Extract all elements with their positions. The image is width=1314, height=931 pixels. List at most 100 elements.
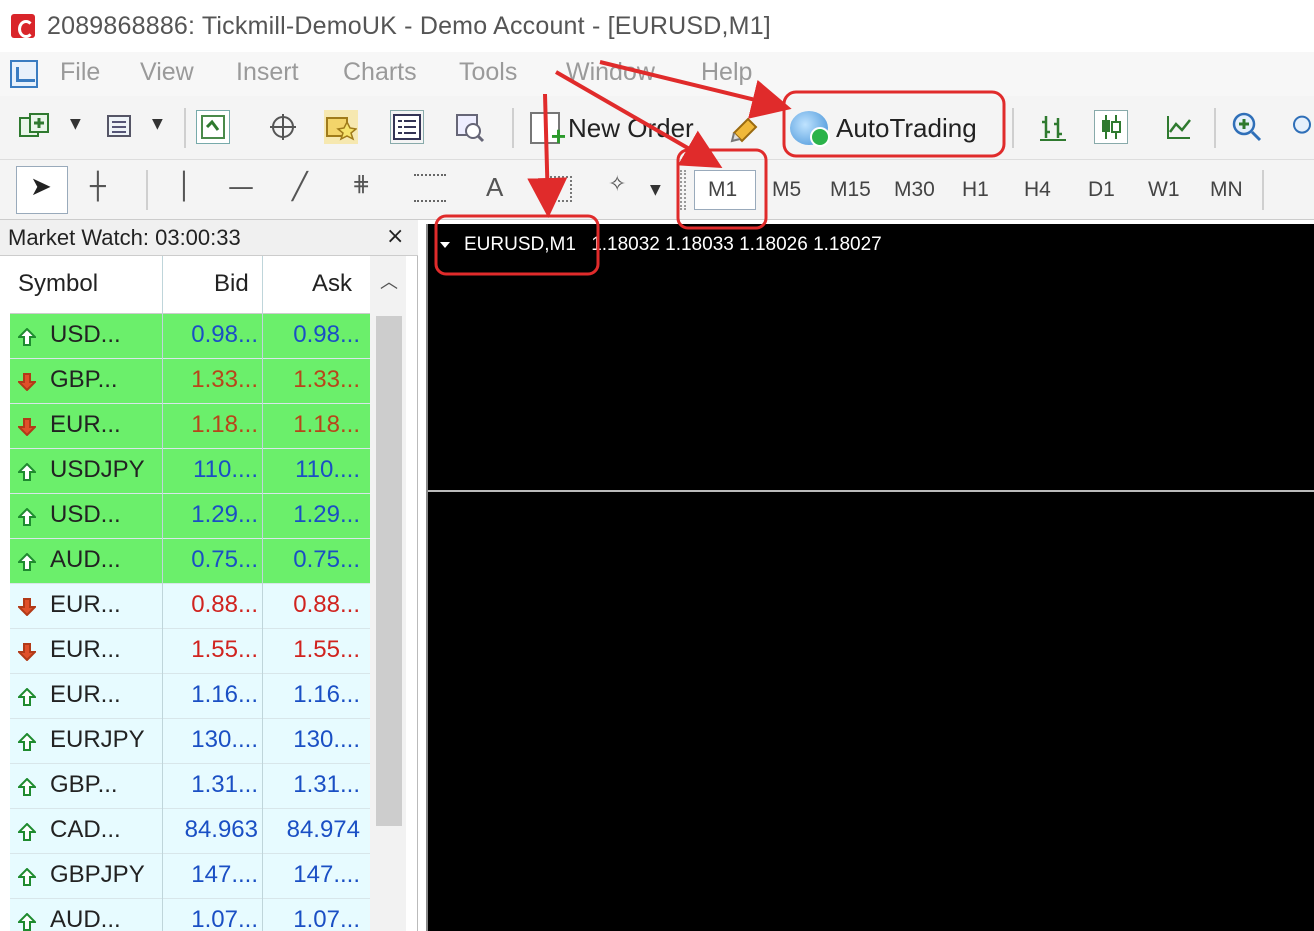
chart-quotes: 1.18032 1.18033 1.18026 1.18027 bbox=[591, 234, 882, 255]
text-tool-icon[interactable]: A bbox=[486, 172, 503, 203]
candlesticks-icon[interactable] bbox=[1094, 110, 1128, 144]
trendline-icon[interactable]: ╱ bbox=[292, 172, 308, 202]
symbol-cell: GBP... bbox=[50, 366, 118, 393]
ask-cell: 0.88... bbox=[293, 591, 360, 618]
navigator-icon[interactable] bbox=[324, 110, 358, 144]
menu-charts[interactable]: Charts bbox=[343, 58, 417, 87]
arrow-down-icon bbox=[18, 373, 36, 391]
arrows-icon[interactable]: ✧ bbox=[608, 172, 626, 197]
line-chart-icon[interactable] bbox=[1162, 110, 1196, 144]
timeframe-mn[interactable]: MN bbox=[1210, 178, 1243, 202]
table-row[interactable]: EURJPY 130.... 130.... bbox=[10, 719, 370, 764]
profiles-icon[interactable] bbox=[104, 110, 138, 144]
ask-cell: 1.55... bbox=[293, 636, 360, 663]
crosshair-icon[interactable]: ┼ bbox=[90, 172, 106, 202]
toolbar-grip bbox=[680, 170, 686, 210]
chart-header: EURUSD,M1 1.18032 1.18033 1.18026 1.1802… bbox=[442, 234, 882, 256]
zoom-out-icon[interactable] bbox=[1290, 110, 1314, 144]
market-watch-column-headers: Symbol Bid Ask bbox=[10, 256, 370, 314]
ask-cell: 130.... bbox=[293, 726, 360, 753]
table-row[interactable]: GBPJPY 147.... 147.... bbox=[10, 854, 370, 899]
arrow-up-icon bbox=[18, 913, 36, 931]
column-header-symbol[interactable]: Symbol bbox=[18, 270, 98, 298]
terminal-icon[interactable] bbox=[390, 110, 424, 144]
table-row[interactable]: AUD... 1.07... 1.07... bbox=[10, 899, 370, 931]
timeframe-d1[interactable]: D1 bbox=[1088, 178, 1115, 202]
timeframe-m1[interactable]: M1 bbox=[708, 178, 737, 202]
bid-cell: 110.... bbox=[193, 456, 258, 483]
timeframe-m15[interactable]: M15 bbox=[830, 178, 871, 202]
ask-cell: 1.07... bbox=[293, 906, 360, 931]
scrollbar-thumb[interactable] bbox=[376, 316, 402, 826]
symbol-cell: USD... bbox=[50, 321, 121, 348]
bid-cell: 0.88... bbox=[191, 591, 258, 618]
table-row[interactable]: GBP... 1.33... 1.33... bbox=[10, 359, 370, 404]
menu-help[interactable]: Help bbox=[701, 58, 752, 87]
bid-cell: 1.33... bbox=[191, 366, 258, 393]
timeframe-m30[interactable]: M30 bbox=[894, 178, 935, 202]
table-row[interactable]: EUR... 0.88... 0.88... bbox=[10, 584, 370, 629]
ask-cell: 1.29... bbox=[293, 501, 360, 528]
close-icon[interactable]: × bbox=[386, 224, 404, 249]
bid-cell: 0.75... bbox=[191, 546, 258, 573]
autotrading-label: AutoTrading bbox=[836, 112, 977, 143]
table-row[interactable]: CAD... 84.963 84.974 bbox=[10, 809, 370, 854]
table-row[interactable]: USDJPY 110.... 110.... bbox=[10, 449, 370, 494]
table-row[interactable]: EUR... 1.16... 1.16... bbox=[10, 674, 370, 719]
cursor-arrow-icon[interactable]: ➤ bbox=[30, 172, 52, 202]
table-row[interactable]: EUR... 1.18... 1.18... bbox=[10, 404, 370, 449]
fibonacci-retracement-icon[interactable] bbox=[414, 174, 446, 202]
ask-cell: 1.16... bbox=[293, 681, 360, 708]
chevron-down-icon[interactable]: ▼ bbox=[152, 116, 163, 132]
market-watch-icon[interactable] bbox=[196, 110, 230, 144]
column-header-bid[interactable]: Bid bbox=[214, 270, 249, 298]
new-chart-icon[interactable] bbox=[18, 110, 52, 144]
timeframe-h4[interactable]: H4 bbox=[1024, 178, 1051, 202]
ask-cell: 110.... bbox=[295, 456, 360, 483]
timeframe-m5[interactable]: M5 bbox=[772, 178, 801, 202]
menu-bar: File View Insert Charts Tools Window Hel… bbox=[0, 52, 1314, 96]
chevron-down-icon[interactable]: ▼ bbox=[650, 182, 661, 198]
text-label-icon[interactable] bbox=[546, 176, 572, 202]
new-order-label: New Order bbox=[568, 112, 694, 143]
table-row[interactable]: AUD... 0.75... 0.75... bbox=[10, 539, 370, 584]
new-order-button[interactable]: New Order bbox=[530, 108, 694, 152]
symbol-cell: USD... bbox=[50, 501, 121, 528]
scroll-up-icon[interactable]: ︿ bbox=[380, 268, 398, 294]
strategy-tester-icon[interactable] bbox=[452, 110, 486, 144]
menu-view[interactable]: View bbox=[140, 58, 194, 87]
menu-insert[interactable]: Insert bbox=[236, 58, 299, 87]
chevron-down-icon[interactable]: ▼ bbox=[70, 116, 81, 132]
new-order-icon bbox=[530, 112, 566, 152]
equidistant-channel-icon[interactable]: ⋕ bbox=[352, 172, 370, 197]
menu-window[interactable]: Window bbox=[566, 58, 655, 87]
symbol-cell: CAD... bbox=[50, 816, 121, 843]
autotrading-button[interactable]: AutoTrading bbox=[790, 108, 977, 148]
ask-cell: 1.31... bbox=[293, 771, 360, 798]
metaeditor-icon[interactable] bbox=[728, 110, 762, 144]
table-row[interactable]: GBP... 1.31... 1.31... bbox=[10, 764, 370, 809]
market-watch-scrollbar[interactable]: ︿ bbox=[370, 256, 406, 931]
column-header-ask[interactable]: Ask bbox=[312, 270, 352, 298]
table-row[interactable]: USD... 1.29... 1.29... bbox=[10, 494, 370, 539]
symbol-cell: EUR... bbox=[50, 636, 121, 663]
symbol-cell: AUD... bbox=[50, 906, 121, 931]
menu-file[interactable]: File bbox=[60, 58, 100, 87]
timeframe-h1[interactable]: H1 bbox=[962, 178, 989, 202]
chart-window[interactable]: EURUSD,M1 1.18032 1.18033 1.18026 1.1802… bbox=[426, 224, 1314, 931]
ask-cell: 84.974 bbox=[286, 816, 360, 843]
ask-cell: 1.18... bbox=[293, 411, 360, 438]
crosshair-data-window-icon[interactable] bbox=[266, 110, 300, 144]
bar-chart-icon[interactable] bbox=[1036, 110, 1070, 144]
chart-window-icon[interactable] bbox=[10, 60, 38, 88]
vertical-line-icon[interactable]: │ bbox=[176, 172, 192, 202]
arrow-up-icon bbox=[18, 778, 36, 796]
horizontal-line-icon[interactable]: — bbox=[228, 172, 254, 202]
table-row[interactable]: EUR... 1.55... 1.55... bbox=[10, 629, 370, 674]
menu-tools[interactable]: Tools bbox=[459, 58, 517, 87]
column-divider bbox=[262, 256, 263, 314]
table-row[interactable]: USD... 0.98... 0.98... bbox=[10, 314, 370, 359]
timeframe-w1[interactable]: W1 bbox=[1148, 178, 1180, 202]
zoom-in-icon[interactable] bbox=[1230, 110, 1264, 144]
toolbar-separator bbox=[146, 170, 148, 210]
